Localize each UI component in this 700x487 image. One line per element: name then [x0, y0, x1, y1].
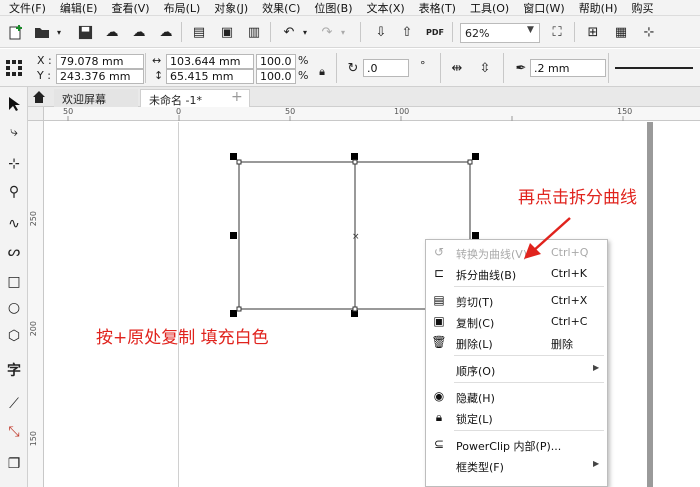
menu-item-order[interactable]: 顺序(O) ▶: [426, 359, 607, 380]
annotation-duplicate-hint: 按+原处复制 填充白色: [96, 328, 269, 348]
menu-item-copy[interactable]: ▣ 复制(C) Ctrl+C: [426, 311, 607, 332]
delete-icon: 🗑︎: [431, 335, 447, 349]
menu-item-powerclip-inside[interactable]: ⊆ PowerClip 内部(P)...: [426, 434, 607, 455]
submenu-arrow-icon: ▶: [593, 459, 600, 468]
menu-item-convert-to-curves[interactable]: ↺ 转换为曲线(V) Ctrl+Q: [426, 242, 607, 263]
powerclip-icon: ⊆: [433, 437, 445, 451]
menu-item-lock[interactable]: 🔒︎ 锁定(L): [426, 407, 607, 428]
menu-item-hide[interactable]: ◉ 隐藏(H): [426, 386, 607, 407]
convert-to-curves-icon: ↺: [433, 245, 445, 259]
submenu-arrow-icon: ▶: [593, 363, 600, 372]
context-menu: ↺ 转换为曲线(V) Ctrl+Q ⊏ 拆分曲线(B) Ctrl+K ▤ 剪切(…: [425, 239, 608, 487]
menu-item-cut[interactable]: ▤ 剪切(T) Ctrl+X: [426, 290, 607, 311]
cut-icon: ▤: [433, 293, 445, 307]
menu-item-delete[interactable]: 🗑︎ 删除(L) 删除: [426, 332, 607, 353]
copy-icon: ▣: [433, 314, 445, 328]
break-apart-icon: ⊏: [433, 266, 445, 280]
svg-text:×: ×: [352, 232, 360, 242]
menu-item-break-apart[interactable]: ⊏ 拆分曲线(B) Ctrl+K: [426, 263, 607, 284]
menu-item-frame-type[interactable]: 框类型(F) ▶: [426, 455, 607, 476]
annotation-break-apart-hint: 再点击拆分曲线: [518, 188, 637, 208]
hide-icon: ◉: [433, 389, 445, 403]
lock-icon: 🔒︎: [435, 409, 443, 424]
